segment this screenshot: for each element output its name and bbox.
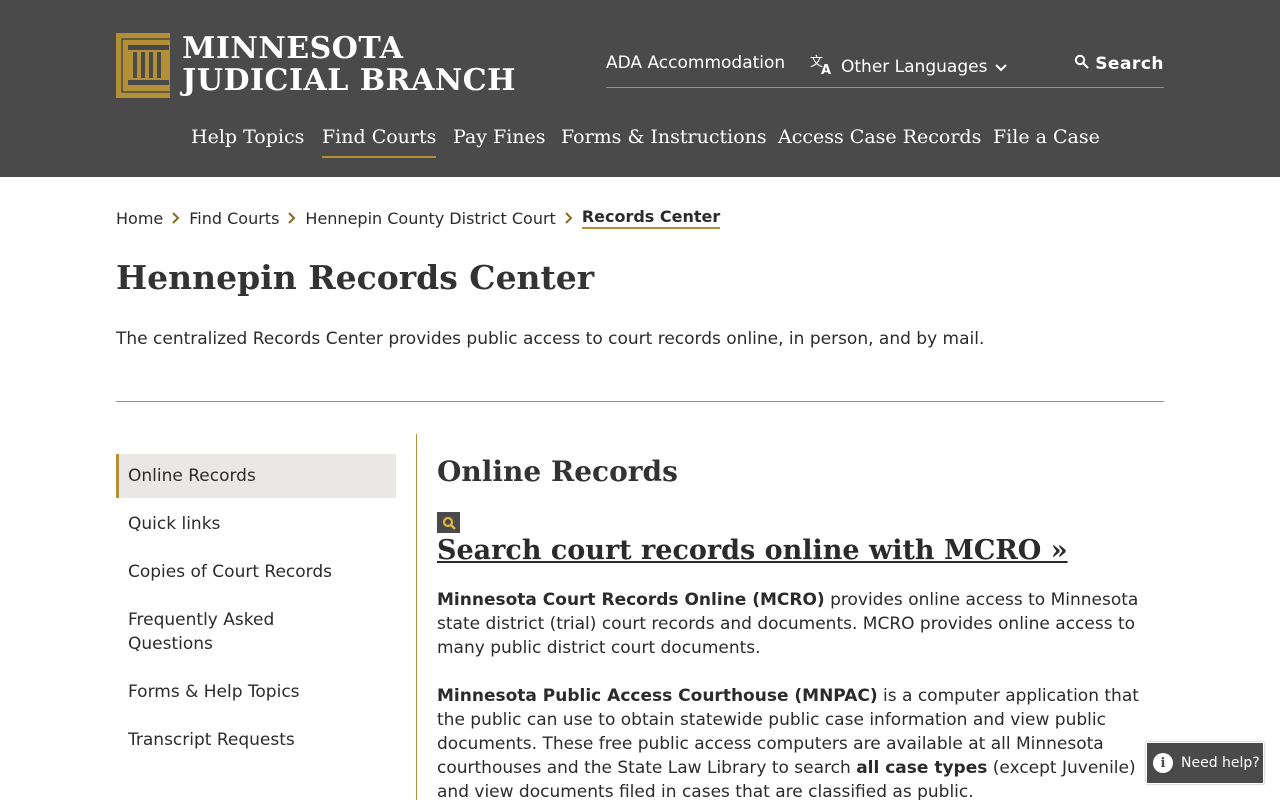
page-intro: The centralized Records Center provides …	[116, 329, 985, 349]
utility-bar: ADA Accommodation 文 A Other Languages Se…	[606, 51, 1164, 88]
logo-line-2: JUDICIAL BRANCH	[182, 63, 516, 98]
mnpac-case-types: all case types	[856, 758, 988, 778]
search-mcro-link[interactable]: Search court records online with MCRO »	[437, 535, 1068, 566]
chevron-down-icon	[995, 57, 1008, 77]
nav-pay-fines[interactable]: Pay Fines	[453, 126, 546, 148]
mcro-paragraph: Minnesota Court Records Online (MCRO) pr…	[437, 588, 1164, 660]
ada-accommodation-link[interactable]: ADA Accommodation	[606, 53, 785, 73]
site-header: MINNESOTA JUDICIAL BRANCH ADA Accommodat…	[0, 0, 1280, 177]
nav-help-topics[interactable]: Help Topics	[191, 126, 304, 148]
mnpac-paragraph: Minnesota Public Access Courthouse (MNPA…	[437, 684, 1164, 800]
mnpac-name: Minnesota Public Access Courthouse (MNPA…	[437, 686, 878, 706]
search-label: Search	[1095, 54, 1164, 74]
breadcrumb-current: Records Center	[581, 207, 721, 229]
need-help-label: Need help?	[1181, 755, 1260, 771]
logo-wordmark: MINNESOTA JUDICIAL BRANCH	[182, 33, 516, 97]
section-heading: Online Records	[437, 455, 678, 488]
page-title: Hennepin Records Center	[116, 258, 595, 297]
need-help-button[interactable]: i Need help?	[1146, 742, 1264, 784]
sidebar-item-faq[interactable]: Frequently Asked Questions	[116, 598, 356, 666]
mcro-name[interactable]: Minnesota Court Records Online (MCRO)	[437, 590, 825, 610]
chevron-right-icon	[288, 209, 296, 228]
sidebar-item-forms-help-topics[interactable]: Forms & Help Topics	[116, 670, 396, 714]
site-logo[interactable]: MINNESOTA JUDICIAL BRANCH	[116, 32, 516, 98]
magnifier-icon	[437, 512, 460, 533]
breadcrumb-hennepin-district-court[interactable]: Hennepin County District Court	[305, 209, 555, 228]
section-divider	[116, 401, 1164, 402]
main-navigation: Help Topics Find Courts Pay Fines Forms …	[0, 126, 1280, 166]
nav-file-a-case[interactable]: File a Case	[993, 126, 1100, 148]
other-languages-label: Other Languages	[841, 56, 988, 77]
nav-forms-instructions[interactable]: Forms & Instructions	[561, 126, 767, 148]
columns-logo-icon	[116, 32, 176, 98]
translate-icon: 文 A	[810, 53, 834, 80]
search-button[interactable]: Search	[1074, 54, 1164, 74]
sidebar-item-quick-links[interactable]: Quick links	[116, 502, 396, 546]
search-icon	[1074, 54, 1089, 74]
chevron-right-icon	[565, 209, 573, 228]
logo-line-1: MINNESOTA	[182, 31, 404, 66]
breadcrumb-home[interactable]: Home	[116, 209, 163, 228]
main-content: Online Records Search court records onli…	[437, 455, 1164, 800]
info-icon: i	[1153, 753, 1173, 773]
nav-find-courts[interactable]: Find Courts	[322, 126, 437, 158]
sidebar-item-transcript-requests[interactable]: Transcript Requests	[116, 718, 396, 762]
content-divider	[416, 434, 417, 800]
sidebar-nav: Online Records Quick links Copies of Cou…	[116, 454, 396, 762]
other-languages-dropdown[interactable]: 文 A Other Languages	[810, 53, 1008, 80]
chevron-right-icon	[172, 209, 180, 228]
nav-access-case-records[interactable]: Access Case Records	[778, 126, 981, 148]
breadcrumb-find-courts[interactable]: Find Courts	[189, 209, 279, 228]
sidebar-item-copies-of-court-records[interactable]: Copies of Court Records	[116, 550, 396, 594]
breadcrumb: Home Find Courts Hennepin County Distric…	[116, 205, 721, 231]
svg-text:A: A	[821, 63, 831, 75]
sidebar-item-online-records[interactable]: Online Records	[116, 454, 396, 498]
